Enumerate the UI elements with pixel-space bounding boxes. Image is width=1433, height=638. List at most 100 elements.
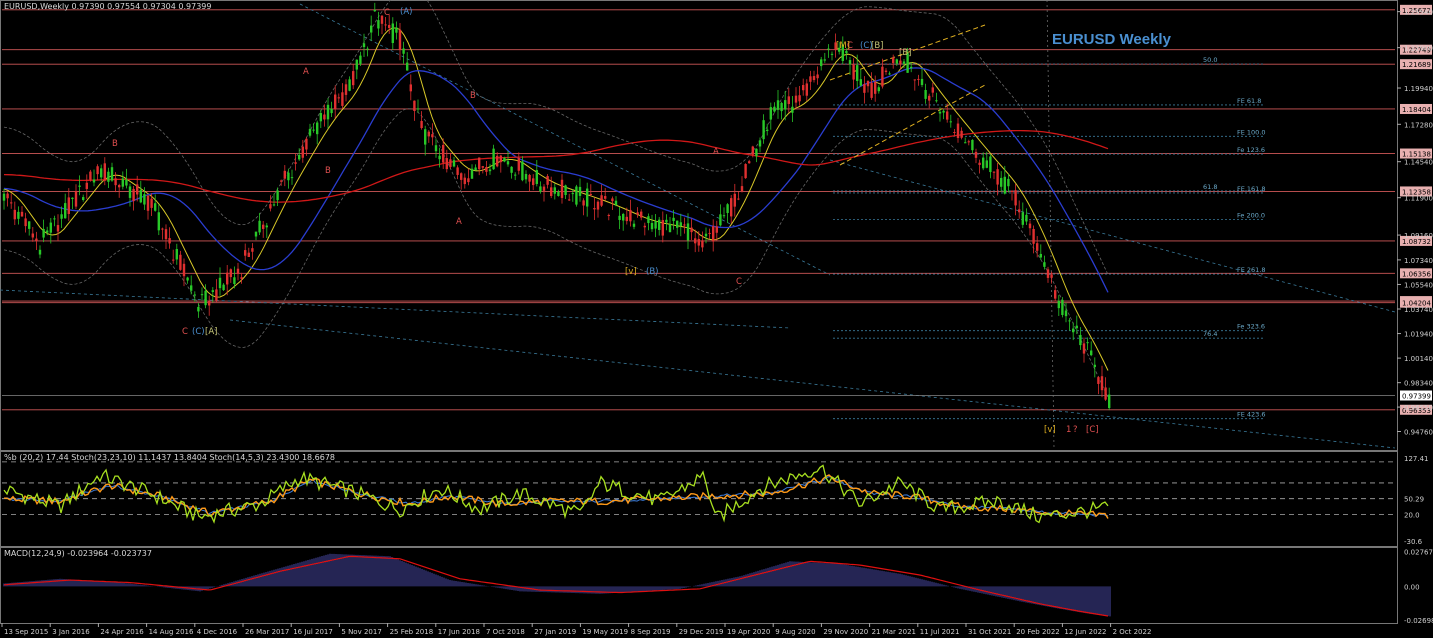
- candle-body: [946, 111, 949, 120]
- candle-body: [744, 164, 747, 179]
- candle-body: [942, 110, 945, 113]
- price-tick-label: 0.94760: [1404, 428, 1433, 436]
- candle-body: [258, 220, 261, 233]
- candle-body: [647, 216, 650, 224]
- candle-body: [107, 171, 110, 182]
- macd-header: MACD(12,24,9) -0.023964 -0.023737: [4, 549, 152, 558]
- candle-body: [103, 163, 106, 181]
- candle-body: [553, 187, 556, 194]
- candle-body: [114, 178, 117, 186]
- candle-body: [632, 223, 636, 227]
- candle-body: [578, 186, 582, 196]
- candle-body: [431, 134, 434, 138]
- candle-body: [910, 66, 913, 69]
- candle-body: [928, 95, 931, 101]
- stoch-tick-label: 20.0: [1404, 511, 1420, 519]
- candle-body: [791, 106, 794, 113]
- candle-body: [352, 71, 355, 86]
- candle-body: [449, 159, 452, 167]
- fib-label: Fe 123.6: [1237, 146, 1265, 154]
- candle-body: [359, 55, 362, 64]
- price-tick-label: 1.07340: [1404, 257, 1433, 265]
- wave-label: 1: [1066, 425, 1071, 435]
- candle-body: [427, 131, 430, 137]
- candle-body: [6, 193, 9, 199]
- price-tick-label: 1.19940: [1404, 85, 1433, 93]
- candle-body: [31, 233, 34, 238]
- fib-label: FE 61.8: [1237, 97, 1261, 105]
- candle-body: [805, 83, 808, 96]
- candle-body: [60, 214, 63, 219]
- candle-body: [701, 240, 704, 248]
- wave-label: C: [384, 8, 390, 18]
- candle-body: [913, 79, 916, 81]
- candle-body: [200, 294, 204, 296]
- candle-body: [521, 161, 524, 181]
- candle-body: [132, 188, 135, 202]
- candle-body: [226, 272, 229, 285]
- candle-body: [784, 100, 787, 110]
- candle-body: [852, 64, 855, 80]
- candle-body: [319, 112, 322, 122]
- candle-body: [514, 174, 517, 176]
- candle-body: [330, 109, 333, 114]
- symbol-header: EURUSD,Weekly 0.97390 0.97554 0.97304 0.…: [4, 2, 212, 11]
- candle-body: [780, 102, 783, 112]
- candle-body: [661, 220, 664, 236]
- wave-label: (A): [400, 7, 412, 17]
- candle-body: [269, 204, 272, 209]
- candle-body: [503, 157, 506, 162]
- x-tick-label: 25 Feb 2018: [390, 628, 434, 636]
- fib-label: FE 261.8: [1237, 266, 1266, 274]
- candle-body: [679, 222, 682, 227]
- candle-body: [179, 254, 182, 270]
- candle-body: [499, 155, 502, 163]
- candle-body: [294, 162, 297, 164]
- candle-body: [1072, 328, 1075, 333]
- x-tick-label: 20 Feb 2022: [1016, 628, 1060, 636]
- candle-body: [773, 106, 776, 112]
- candle-body: [762, 120, 765, 140]
- candle-body: [967, 141, 970, 143]
- candle-body: [85, 182, 88, 189]
- candle-body: [49, 222, 52, 233]
- candle-body: [146, 195, 150, 211]
- fib-label: Fe 323.6: [1237, 323, 1265, 331]
- candle-body: [168, 238, 171, 244]
- candle-body: [686, 223, 690, 241]
- candle-body: [233, 277, 236, 284]
- candle-body: [305, 138, 308, 150]
- wave-label: [B]: [871, 41, 883, 51]
- candle-body: [996, 169, 999, 185]
- candle-body: [128, 186, 132, 198]
- x-tick-label: 26 Mar 2017: [245, 628, 289, 636]
- stoch-tick-label: 50.29: [1404, 496, 1424, 504]
- candle-body: [1025, 214, 1028, 222]
- candle-body: [218, 277, 222, 289]
- chart-canvas[interactable]: 50.0 FE 61.8 FE 100.0 Fe 123.6 61.8 FE 161.8 F…: [0, 0, 1433, 638]
- candle-body: [1093, 364, 1096, 367]
- candle-body: [143, 194, 146, 205]
- stoch-header: %b (20,2) 17.44 Stoch(23,23,10) 11.1437 …: [4, 453, 336, 462]
- candle-body: [985, 160, 988, 168]
- level-label: 1.06356: [1402, 270, 1431, 278]
- candle-body: [924, 90, 927, 99]
- candle-body: [420, 120, 423, 129]
- candle-body: [593, 208, 596, 210]
- candle-body: [377, 20, 380, 29]
- candle-body: [456, 167, 459, 175]
- candle-body: [373, 9, 376, 12]
- candle-body: [485, 167, 488, 172]
- candle-body: [550, 187, 553, 197]
- candle-body: [564, 185, 567, 195]
- candle-body: [654, 221, 657, 229]
- candle-body: [424, 129, 427, 145]
- fib-label: 76.4: [1203, 330, 1217, 338]
- x-tick-label: 9 Aug 2020: [775, 628, 815, 636]
- fib-label: FE 161.8: [1237, 185, 1266, 193]
- candle-body: [478, 157, 481, 170]
- fib-label: FE 423.6: [1237, 411, 1266, 419]
- candle-body: [650, 222, 654, 230]
- candle-body: [222, 284, 225, 291]
- wave-label: C: [182, 327, 188, 337]
